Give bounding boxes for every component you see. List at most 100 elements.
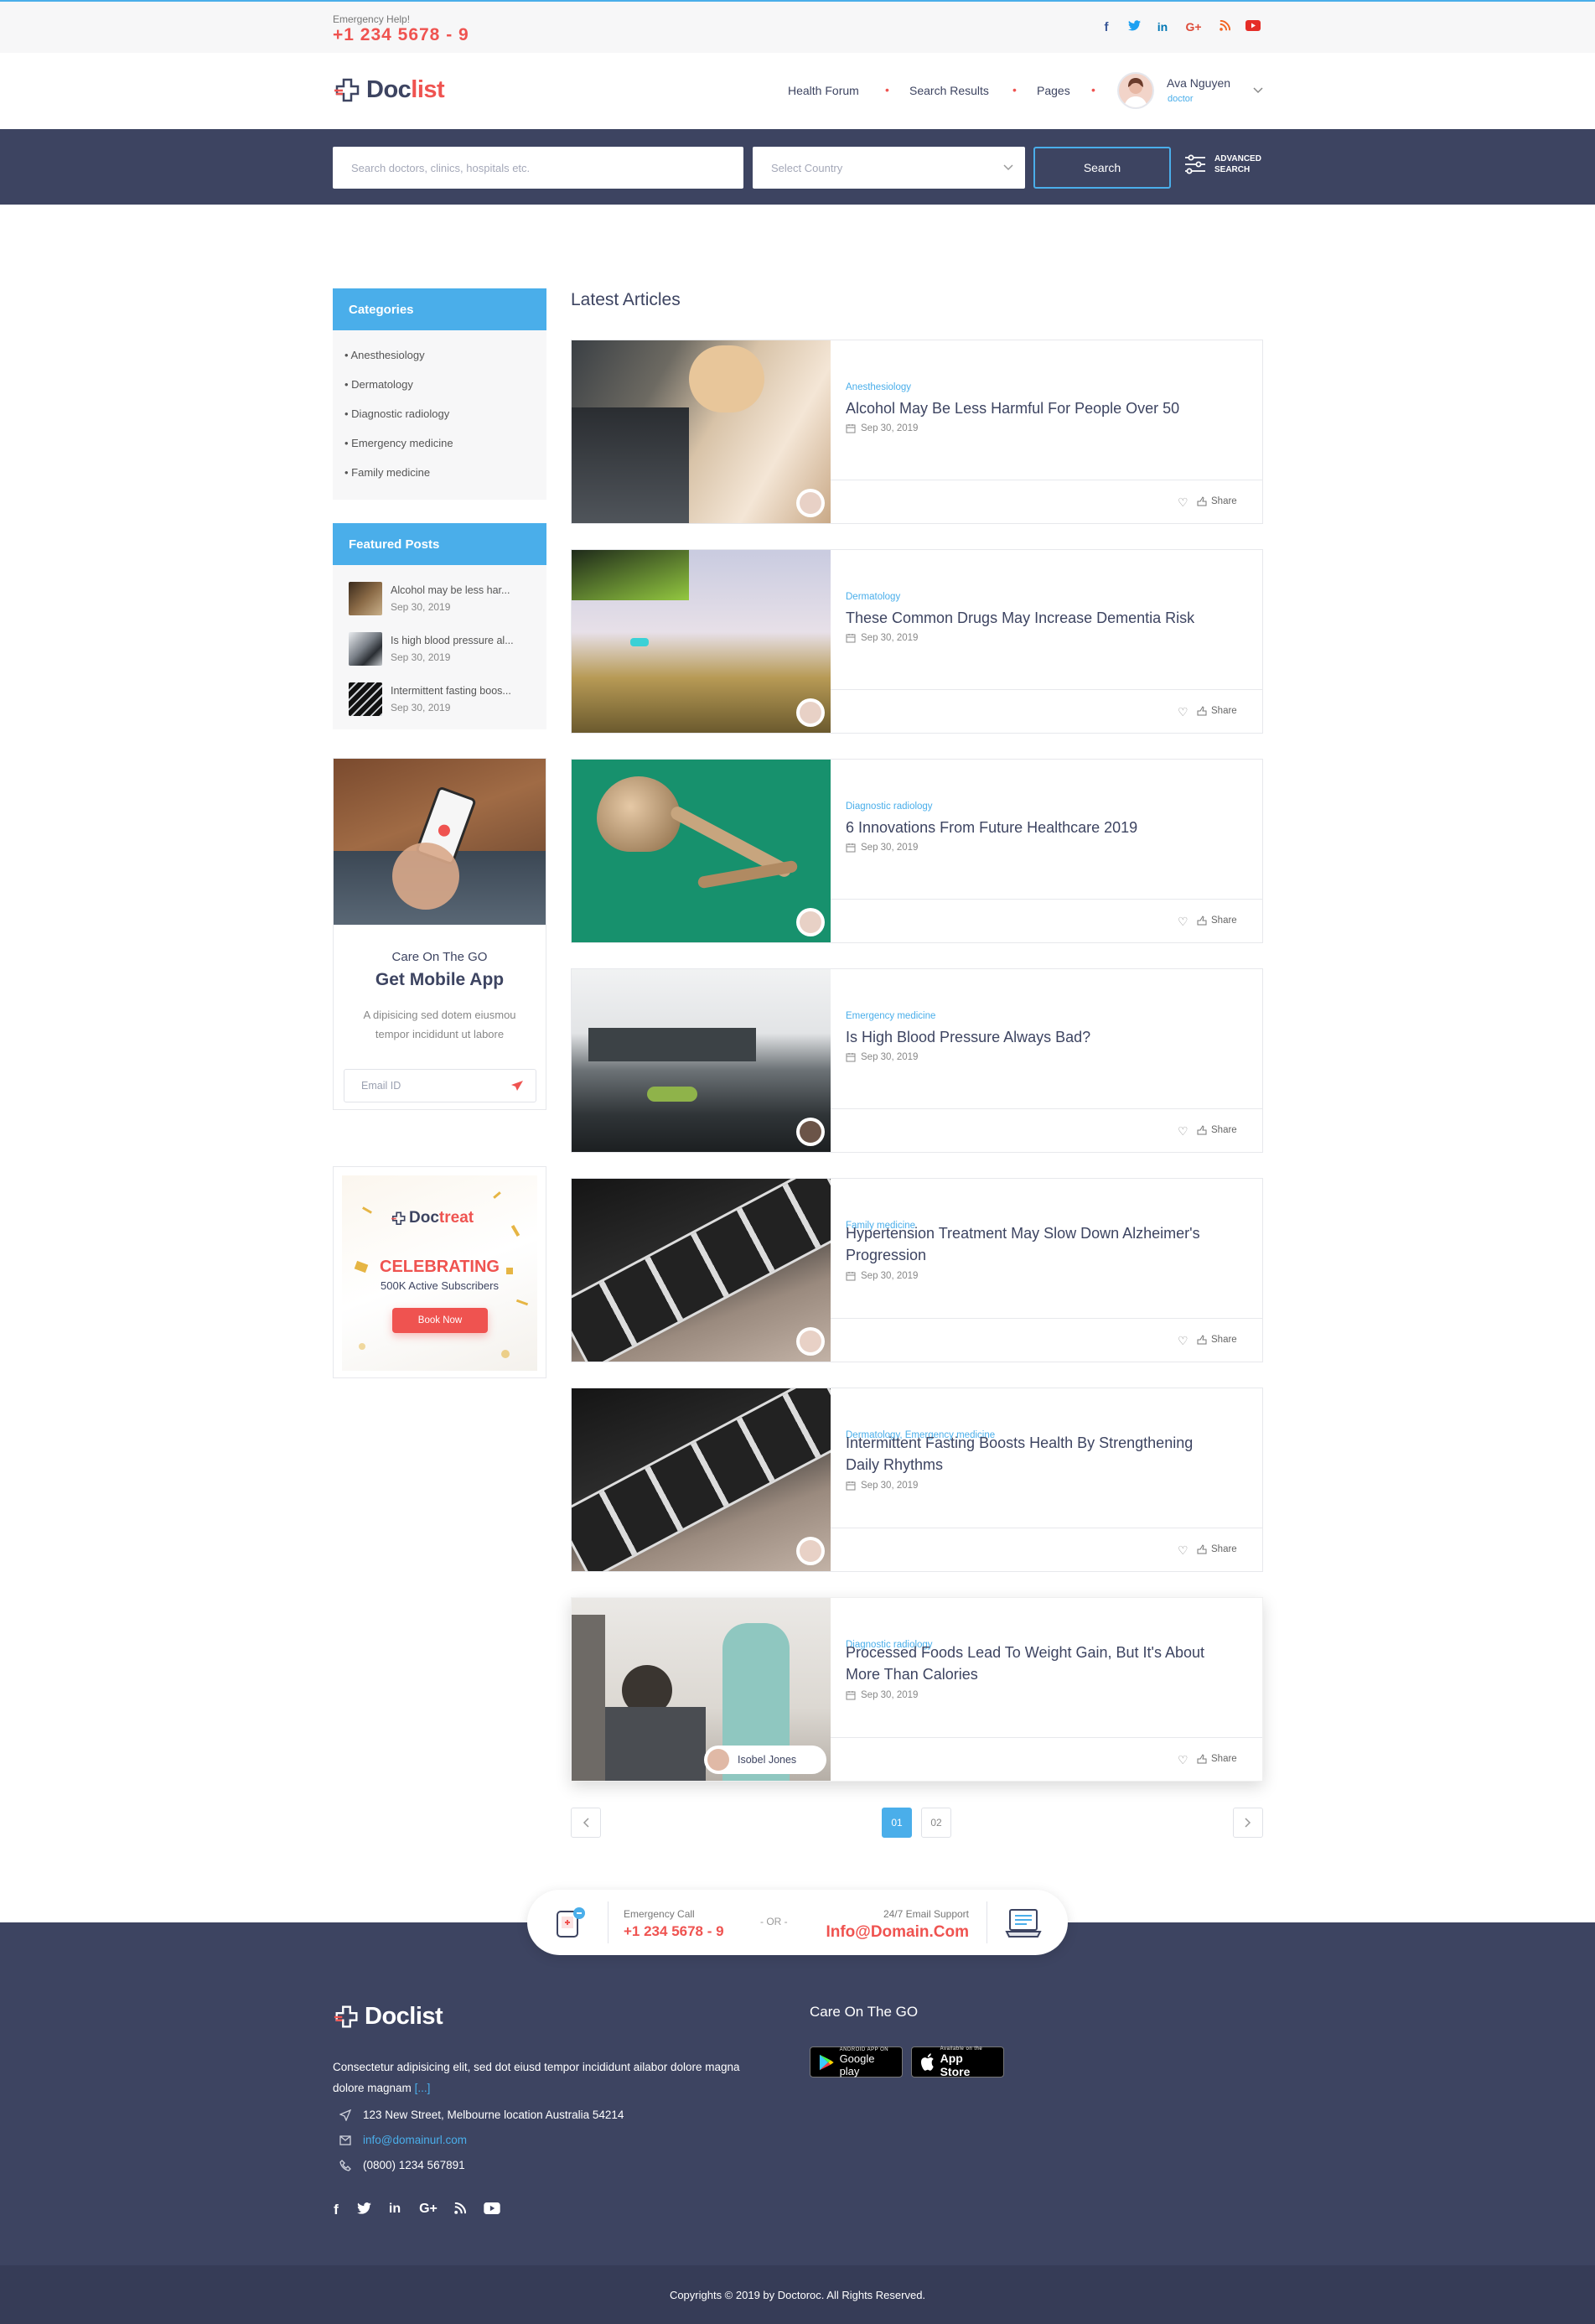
share-label: Share — [1211, 1754, 1237, 1764]
app-store-button[interactable]: Available on the App Store — [911, 2046, 1004, 2078]
article-title[interactable]: Intermittent Fasting Boosts Health By St… — [846, 1432, 1248, 1476]
country-select[interactable]: Select Country — [753, 147, 1025, 189]
share-button[interactable]: Share — [1197, 496, 1237, 506]
article-category[interactable]: Anesthesiology — [846, 382, 911, 392]
nav-search-results[interactable]: Search Results — [909, 84, 989, 97]
article-title[interactable]: These Common Drugs May Increase Dementia… — [846, 607, 1248, 629]
page-button-01[interactable]: 01 — [882, 1808, 912, 1838]
footer-email-link[interactable]: info@domainurl.com — [363, 2134, 467, 2146]
share-button[interactable]: Share — [1197, 916, 1237, 926]
category-item[interactable]: • Family medicine — [344, 466, 430, 479]
book-now-button[interactable]: Book Now — [392, 1308, 488, 1333]
featured-post-title[interactable]: Alcohol may be less har... — [391, 584, 526, 596]
share-button[interactable]: Share — [1197, 1335, 1237, 1345]
author-avatar[interactable] — [796, 1327, 825, 1356]
rss-icon[interactable] — [451, 2202, 469, 2218]
category-item[interactable]: • Emergency medicine — [344, 437, 453, 449]
facebook-icon[interactable]: f — [327, 2202, 345, 2218]
twitter-icon[interactable] — [355, 2202, 373, 2218]
logo-text-a: Doc — [366, 75, 412, 103]
email-support-address[interactable]: Info@Domain.Com — [797, 1923, 969, 1942]
featured-thumbnail[interactable] — [349, 582, 382, 615]
article-title[interactable]: Is High Blood Pressure Always Bad? — [846, 1026, 1248, 1048]
article-title[interactable]: 6 Innovations From Future Healthcare 201… — [846, 817, 1248, 838]
linkedin-icon[interactable]: in — [386, 2202, 404, 2217]
featured-thumbnail[interactable] — [349, 632, 382, 666]
google-play-button[interactable]: ANDROID APP ON Google play — [810, 2046, 903, 2078]
category-item[interactable]: • Anesthesiology — [344, 349, 425, 361]
article-image[interactable] — [572, 550, 831, 733]
search-button[interactable]: Search — [1033, 147, 1171, 189]
nav-pages[interactable]: Pages — [1037, 84, 1070, 97]
article-card[interactable]: Isobel Jones Diagnostic radiology Proces… — [571, 1597, 1263, 1782]
article-card[interactable]: Anesthesiology Alcohol May Be Less Harmf… — [571, 340, 1263, 524]
linkedin-icon[interactable]: in — [1154, 20, 1171, 34]
email-field[interactable]: Email ID — [344, 1069, 536, 1102]
google-plus-icon[interactable]: G+ — [417, 2202, 440, 2217]
google-plus-icon[interactable]: G+ — [1183, 20, 1204, 34]
facebook-icon[interactable]: f — [1098, 20, 1115, 34]
article-category[interactable]: Dermatology — [846, 592, 900, 602]
category-item[interactable]: • Diagnostic radiology — [344, 407, 449, 420]
share-button[interactable]: Share — [1197, 1125, 1237, 1135]
emergency-phone[interactable]: +1 234 5678 - 9 — [333, 25, 469, 45]
featured-thumbnail[interactable] — [349, 682, 382, 716]
avatar[interactable] — [1117, 72, 1154, 109]
heart-icon[interactable]: ♡ — [1178, 705, 1188, 719]
footer-logo[interactable]: Doclist — [333, 2002, 443, 2031]
article-category[interactable]: Emergency medicine — [846, 1011, 935, 1021]
youtube-icon[interactable] — [483, 2202, 501, 2218]
ad-headline: CELEBRATING — [380, 1258, 500, 1276]
page-button-02[interactable]: 02 — [921, 1808, 951, 1838]
advanced-search-button[interactable]: ADVANCED SEARCH — [1184, 153, 1261, 175]
ad-banner[interactable]: Doctreat CELEBRATING 500K Active Subscri… — [333, 1166, 546, 1378]
author-chip[interactable]: Isobel Jones — [704, 1746, 826, 1774]
twitter-icon[interactable] — [1126, 20, 1142, 34]
category-item[interactable]: • Dermatology — [344, 378, 413, 391]
article-card[interactable]: Dermatology These Common Drugs May Incre… — [571, 549, 1263, 734]
nav-health-forum[interactable]: Health Forum — [788, 84, 859, 97]
send-icon[interactable] — [510, 1080, 524, 1092]
logo-cross-icon — [391, 1211, 406, 1226]
featured-post-title[interactable]: Intermittent fasting boos... — [391, 685, 526, 697]
share-button[interactable]: Share — [1197, 1754, 1237, 1764]
rss-icon[interactable] — [1216, 19, 1233, 34]
heart-icon[interactable]: ♡ — [1178, 1543, 1188, 1558]
article-image[interactable] — [572, 1179, 831, 1362]
emergency-call-number[interactable]: +1 234 5678 - 9 — [624, 1923, 724, 1940]
article-card[interactable]: Diagnostic radiology 6 Innovations From … — [571, 759, 1263, 943]
article-title[interactable]: Hypertension Treatment May Slow Down Alz… — [846, 1222, 1248, 1266]
article-title[interactable]: Processed Foods Lead To Weight Gain, But… — [846, 1642, 1248, 1685]
article-card[interactable]: Family medicine Hypertension Treatment M… — [571, 1178, 1263, 1362]
read-more-link[interactable]: [...] — [415, 2082, 431, 2094]
article-category[interactable]: Diagnostic radiology — [846, 801, 933, 812]
heart-icon[interactable]: ♡ — [1178, 1124, 1188, 1139]
article-title[interactable]: Alcohol May Be Less Harmful For People O… — [846, 397, 1248, 419]
user-name[interactable]: Ava Nguyen — [1167, 76, 1230, 90]
author-avatar[interactable] — [796, 698, 825, 727]
article-card[interactable]: Dermatology, Emergency medicine Intermit… — [571, 1388, 1263, 1572]
article-image[interactable] — [572, 1388, 831, 1571]
author-avatar[interactable] — [796, 1537, 825, 1565]
youtube-icon[interactable] — [1245, 20, 1261, 34]
share-button[interactable]: Share — [1197, 1544, 1237, 1554]
author-avatar[interactable] — [796, 908, 825, 936]
heart-icon[interactable]: ♡ — [1178, 495, 1188, 510]
prev-page-button[interactable] — [571, 1808, 601, 1838]
site-logo[interactable]: Doclist — [333, 75, 445, 105]
heart-icon[interactable]: ♡ — [1178, 1334, 1188, 1348]
next-page-button[interactable] — [1233, 1808, 1263, 1838]
article-date: Sep 30, 2019 — [846, 1052, 918, 1062]
heart-icon[interactable]: ♡ — [1178, 1753, 1188, 1767]
search-input[interactable]: Search doctors, clinics, hospitals etc. — [333, 147, 743, 189]
article-card[interactable]: Emergency medicine Is High Blood Pressur… — [571, 968, 1263, 1153]
heart-icon[interactable]: ♡ — [1178, 915, 1188, 929]
share-button[interactable]: Share — [1197, 706, 1237, 716]
author-avatar[interactable] — [796, 489, 825, 517]
article-image[interactable] — [572, 969, 831, 1152]
featured-post-title[interactable]: Is high blood pressure al... — [391, 635, 526, 646]
article-image[interactable] — [572, 760, 831, 942]
chevron-down-icon[interactable] — [1253, 87, 1263, 94]
author-avatar[interactable] — [796, 1118, 825, 1146]
article-image[interactable] — [572, 340, 831, 523]
